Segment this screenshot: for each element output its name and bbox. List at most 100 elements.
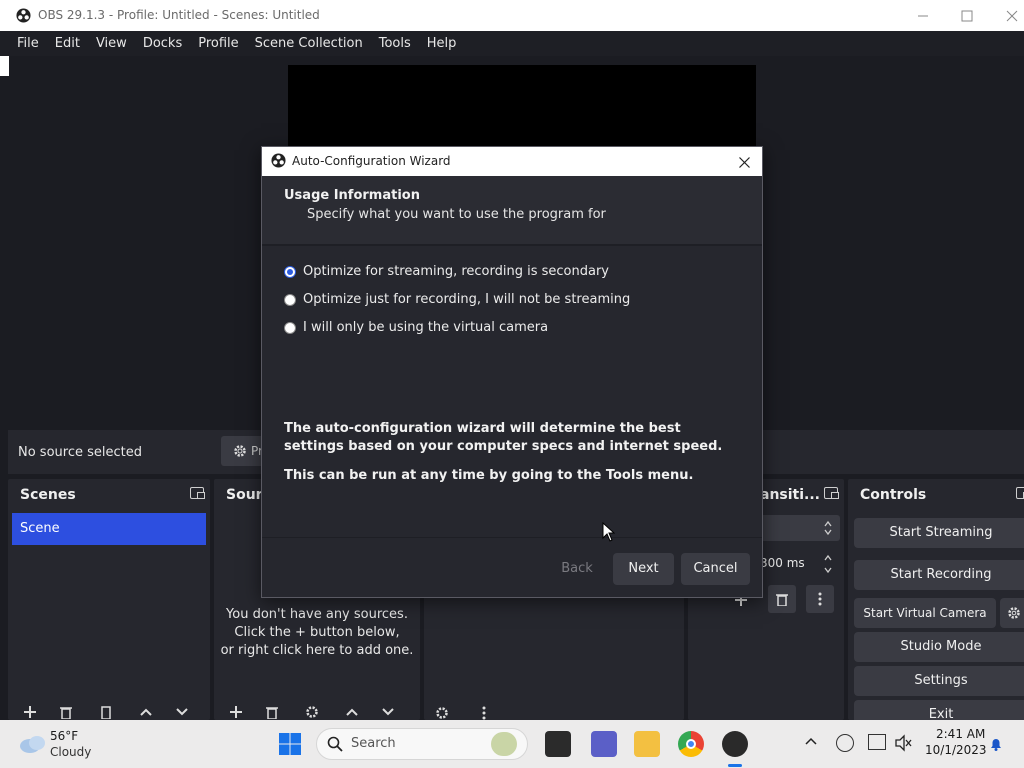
network-status-icon[interactable] bbox=[836, 734, 854, 752]
dialog-title: Auto-Configuration Wizard bbox=[292, 154, 451, 168]
more-vertical-icon bbox=[482, 706, 486, 720]
move-scene-up-button[interactable] bbox=[134, 702, 158, 722]
close-icon bbox=[1006, 10, 1018, 21]
virtual-camera-settings-button[interactable] bbox=[1000, 598, 1024, 628]
menu-file[interactable]: File bbox=[9, 36, 47, 51]
add-source-button[interactable] bbox=[224, 702, 248, 722]
start-streaming-button[interactable]: Start Streaming bbox=[854, 518, 1024, 548]
next-button[interactable]: Next bbox=[613, 553, 674, 585]
radio-selected[interactable] bbox=[284, 265, 296, 278]
chevron-up-icon bbox=[140, 708, 152, 716]
radio-unselected[interactable] bbox=[284, 321, 296, 334]
source-properties-button[interactable] bbox=[300, 702, 324, 722]
dialog-separator bbox=[262, 244, 762, 246]
transition-menu-button[interactable] bbox=[806, 585, 834, 613]
teams-icon[interactable] bbox=[591, 731, 617, 757]
remove-scene-button[interactable] bbox=[54, 702, 78, 722]
plus-icon bbox=[24, 706, 36, 718]
minimize-button[interactable] bbox=[900, 0, 946, 31]
gear-icon bbox=[436, 707, 448, 719]
menu-docks[interactable]: Docks bbox=[135, 36, 190, 51]
option-virtual-camera[interactable]: I will only be using the virtual camera bbox=[284, 320, 548, 335]
remove-transition-button[interactable] bbox=[768, 585, 796, 613]
cancel-button[interactable]: Cancel bbox=[681, 553, 750, 585]
preview-canvas[interactable] bbox=[288, 65, 756, 147]
dialog-title-bar: Auto-Configuration Wizard bbox=[262, 147, 762, 176]
more-vertical-icon bbox=[818, 592, 822, 606]
transition-select[interactable] bbox=[760, 515, 840, 541]
settings-button[interactable]: Settings bbox=[854, 666, 1024, 696]
undock-icon[interactable] bbox=[190, 487, 205, 499]
undock-icon[interactable] bbox=[824, 487, 839, 499]
scenes-toolbar bbox=[8, 706, 210, 720]
menu-help[interactable]: Help bbox=[419, 36, 465, 51]
dialog-footer-separator bbox=[262, 537, 762, 538]
start-virtual-camera-button[interactable]: Start Virtual Camera bbox=[854, 598, 996, 628]
scenes-dock-title: Scenes bbox=[20, 487, 76, 503]
option-streaming[interactable]: Optimize for streaming, recording is sec… bbox=[284, 264, 609, 279]
speaker-icon bbox=[895, 734, 912, 752]
menu-scene-collection[interactable]: Scene Collection bbox=[247, 36, 371, 51]
obs-logo-icon bbox=[16, 8, 31, 23]
sources-empty-message[interactable]: You don't have any sources. Click the + … bbox=[214, 606, 420, 660]
dialog-heading: Usage Information bbox=[284, 188, 420, 203]
option-recording[interactable]: Optimize just for recording, I will not … bbox=[284, 292, 630, 307]
taskbar: 56°F Cloudy Search 2:41 AM 10/1/2023 bbox=[0, 720, 1024, 768]
menu-view[interactable]: View bbox=[88, 36, 135, 51]
window-title: OBS 29.1.3 - Profile: Untitled - Scenes:… bbox=[38, 8, 320, 22]
chevron-down-icon bbox=[382, 708, 394, 716]
obs-taskbar-icon[interactable] bbox=[722, 731, 748, 757]
maximize-button[interactable] bbox=[944, 0, 990, 31]
remove-source-button[interactable] bbox=[260, 702, 284, 722]
chevron-up-icon bbox=[805, 737, 817, 745]
plus-icon bbox=[230, 706, 242, 718]
trash-icon bbox=[776, 594, 788, 606]
taskbar-search-box[interactable]: Search bbox=[316, 728, 528, 760]
undock-icon[interactable] bbox=[1016, 487, 1024, 499]
weather-widget[interactable]: 56°F Cloudy bbox=[14, 729, 104, 762]
minimize-icon bbox=[918, 15, 928, 16]
search-icon bbox=[327, 736, 343, 752]
menu-tools[interactable]: Tools bbox=[371, 36, 419, 51]
notification-bell-icon[interactable] bbox=[988, 736, 1004, 752]
move-source-up-button[interactable] bbox=[340, 702, 364, 722]
back-button[interactable]: Back bbox=[548, 553, 606, 585]
chrome-icon[interactable] bbox=[678, 731, 704, 757]
studio-mode-button[interactable]: Studio Mode bbox=[854, 632, 1024, 662]
controls-dock: Controls Start Streaming Start Recording… bbox=[848, 479, 1024, 730]
close-button[interactable] bbox=[989, 0, 1024, 31]
transitions-dock-title: ansiti... bbox=[760, 487, 820, 503]
bell-icon bbox=[991, 739, 1001, 751]
volume-muted-icon[interactable] bbox=[894, 734, 912, 752]
menu-edit[interactable]: Edit bbox=[47, 36, 88, 51]
file-explorer-icon[interactable] bbox=[634, 731, 660, 757]
sources-empty-line3: or right click here to add one. bbox=[220, 643, 414, 658]
filter-icon bbox=[101, 706, 111, 719]
option-streaming-label: Optimize for streaming, recording is sec… bbox=[303, 264, 610, 279]
move-scene-down-button[interactable] bbox=[170, 702, 194, 722]
display-icon[interactable] bbox=[868, 734, 886, 750]
window-edge bbox=[0, 56, 9, 76]
scene-list-item[interactable]: Scene bbox=[12, 513, 206, 545]
task-view-icon[interactable] bbox=[545, 731, 571, 757]
dialog-close-button[interactable] bbox=[734, 152, 754, 172]
mouse-cursor-icon bbox=[602, 522, 615, 542]
wizard-tools-text: This can be run at any time by going to … bbox=[284, 468, 694, 483]
no-source-label: No source selected bbox=[18, 445, 142, 460]
trash-icon bbox=[60, 707, 72, 719]
move-source-down-button[interactable] bbox=[376, 702, 400, 722]
dialog-subheading: Specify what you want to use the program… bbox=[307, 207, 606, 222]
menu-profile[interactable]: Profile bbox=[190, 36, 246, 51]
add-scene-button[interactable] bbox=[18, 702, 42, 722]
weather-temperature: 56°F bbox=[50, 729, 79, 743]
scene-filter-button[interactable] bbox=[94, 702, 118, 722]
duration-spinbox[interactable]: 300 ms bbox=[760, 551, 840, 577]
radio-unselected[interactable] bbox=[284, 293, 296, 306]
option-virtual-camera-label: I will only be using the virtual camera bbox=[303, 320, 549, 335]
start-button[interactable] bbox=[278, 732, 304, 758]
obs-logo-icon bbox=[271, 153, 286, 168]
show-hidden-icons-button[interactable] bbox=[804, 734, 822, 752]
start-recording-button[interactable]: Start Recording bbox=[854, 560, 1024, 590]
gear-icon bbox=[306, 706, 318, 718]
search-placeholder: Search bbox=[351, 736, 396, 751]
